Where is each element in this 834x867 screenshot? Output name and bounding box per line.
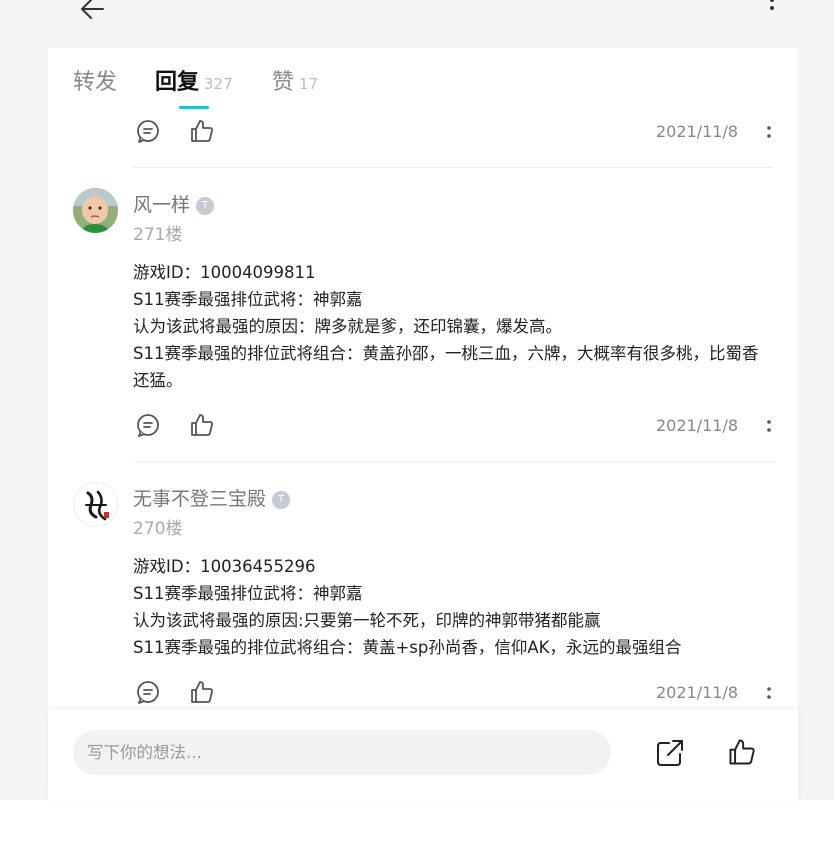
thumbs-up-icon[interactable]: [189, 679, 215, 705]
tab-repost[interactable]: 转发: [73, 64, 117, 96]
thumbs-up-icon[interactable]: [727, 737, 757, 767]
detail-panel: 转发 回复 327 赞 17 2021/11/8 风一样 T 271楼 游戏ID…: [48, 48, 798, 710]
reply-line: 认为该武将最强的原因:只要第一轮不死，印牌的神郭带猪都能赢: [133, 611, 601, 630]
reply-line: 游戏ID：10036455296: [133, 557, 316, 576]
avatar[interactable]: [73, 482, 118, 527]
thumbs-up-icon[interactable]: [189, 412, 215, 438]
level-badge-icon: T: [196, 196, 215, 215]
reply-line: S11赛季最强的排位武将组合：黄盖孙邵，一桃三血，六牌，大概率有很多桃，比蜀香还…: [133, 344, 759, 390]
reply-content: 游戏ID：10036455296 S11赛季最强排位武将：神郭嘉 认为该武将最强…: [133, 553, 773, 661]
tab-replies-label: 回复: [155, 70, 200, 95]
reply-actions: 2021/11/8: [133, 412, 773, 442]
level-badge-icon: T: [272, 490, 291, 509]
back-arrow-icon[interactable]: [78, 0, 106, 22]
reply-actions: 2021/11/8: [133, 118, 773, 148]
tab-likes[interactable]: 赞 17: [272, 64, 318, 96]
comment-input[interactable]: [73, 730, 611, 775]
floor-number: 271楼: [133, 225, 183, 245]
more-vertical-icon[interactable]: [763, 681, 775, 705]
reply-line: S11赛季最强排位武将：神郭嘉: [133, 584, 363, 603]
username[interactable]: 无事不登三宝殿 T: [133, 484, 291, 511]
tab-bar: 转发 回复 327 赞 17: [48, 48, 798, 114]
share-icon[interactable]: [655, 738, 685, 768]
tab-likes-label: 赞: [272, 70, 295, 95]
tab-repost-label: 转发: [73, 70, 118, 95]
username-text: 风一样: [133, 194, 191, 216]
composer-bar: [48, 710, 798, 800]
username[interactable]: 风一样 T: [133, 190, 215, 217]
reply-line: 认为该武将最强的原因：牌多就是爹，还印锦囊，爆发高。: [133, 317, 562, 336]
more-vertical-icon[interactable]: [763, 120, 775, 144]
avatar[interactable]: [73, 188, 118, 233]
tab-replies[interactable]: 回复 327: [155, 64, 233, 96]
tab-likes-count: 17: [299, 75, 319, 93]
comment-icon[interactable]: [135, 118, 161, 144]
comment-icon[interactable]: [135, 412, 161, 438]
more-vertical-icon[interactable]: [760, 0, 784, 22]
more-vertical-icon[interactable]: [763, 414, 775, 438]
floor-number: 270楼: [133, 519, 183, 539]
reply-line: 游戏ID：10004099811: [133, 263, 316, 282]
username-text: 无事不登三宝殿: [133, 488, 267, 510]
divider: [133, 167, 773, 168]
reply-line: S11赛季最强的排位武将组合：黄盖+sp孙尚香，信仰AK，永远的最强组合: [133, 638, 682, 657]
reply-date: 2021/11/8: [656, 683, 739, 702]
thumbs-up-icon[interactable]: [189, 118, 215, 144]
reply-actions: 2021/11/8: [133, 679, 773, 709]
tab-replies-count: 327: [204, 75, 233, 93]
reply-content: 游戏ID：10004099811 S11赛季最强排位武将：神郭嘉 认为该武将最强…: [133, 259, 773, 394]
divider: [133, 461, 773, 462]
top-bar: [0, 0, 834, 40]
reply-date: 2021/11/8: [656, 122, 739, 141]
reply-date: 2021/11/8: [656, 416, 739, 435]
comment-icon[interactable]: [135, 679, 161, 705]
active-tab-indicator: [179, 106, 209, 109]
reply-line: S11赛季最强排位武将：神郭嘉: [133, 290, 363, 309]
